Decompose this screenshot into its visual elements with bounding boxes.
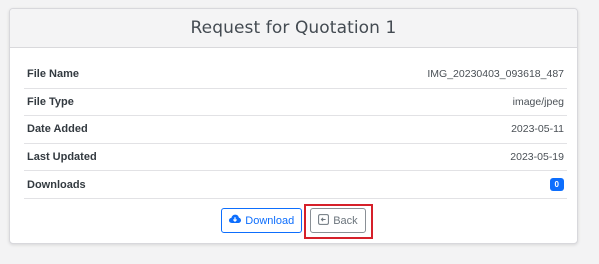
detail-label: File Type: [27, 95, 74, 108]
detail-label: File Name: [27, 68, 79, 81]
detail-list: File Name IMG_20230403_093618_487 File T…: [24, 61, 567, 199]
cloud-download-icon: [229, 214, 242, 227]
download-button[interactable]: Download: [221, 208, 303, 233]
detail-value: image/jpeg: [512, 95, 564, 108]
detail-row-last-updated: Last Updated 2023-05-19: [24, 144, 567, 172]
detail-label: Date Added: [27, 123, 88, 136]
card-header: Request for Quotation 1: [10, 9, 577, 48]
file-detail-card: Request for Quotation 1 File Name IMG_20…: [9, 8, 578, 244]
action-bar: Download Back: [10, 208, 577, 233]
page-title: Request for Quotation 1: [190, 18, 397, 38]
detail-value: 2023-05-11: [511, 123, 564, 136]
detail-row-date-added: Date Added 2023-05-11: [24, 116, 567, 144]
downloads-count-badge: 0: [549, 178, 564, 192]
detail-row-file-name: File Name IMG_20230403_093618_487: [24, 61, 567, 89]
back-button-highlight: [304, 204, 373, 239]
detail-label: Last Updated: [27, 151, 97, 164]
detail-row-downloads: Downloads 0: [24, 171, 567, 199]
detail-label: Downloads: [27, 178, 86, 191]
detail-value: 2023-05-19: [510, 151, 564, 164]
detail-row-file-type: File Type image/jpeg: [24, 89, 567, 117]
download-button-label: Download: [245, 214, 295, 227]
detail-value: IMG_20230403_093618_487: [427, 68, 564, 81]
